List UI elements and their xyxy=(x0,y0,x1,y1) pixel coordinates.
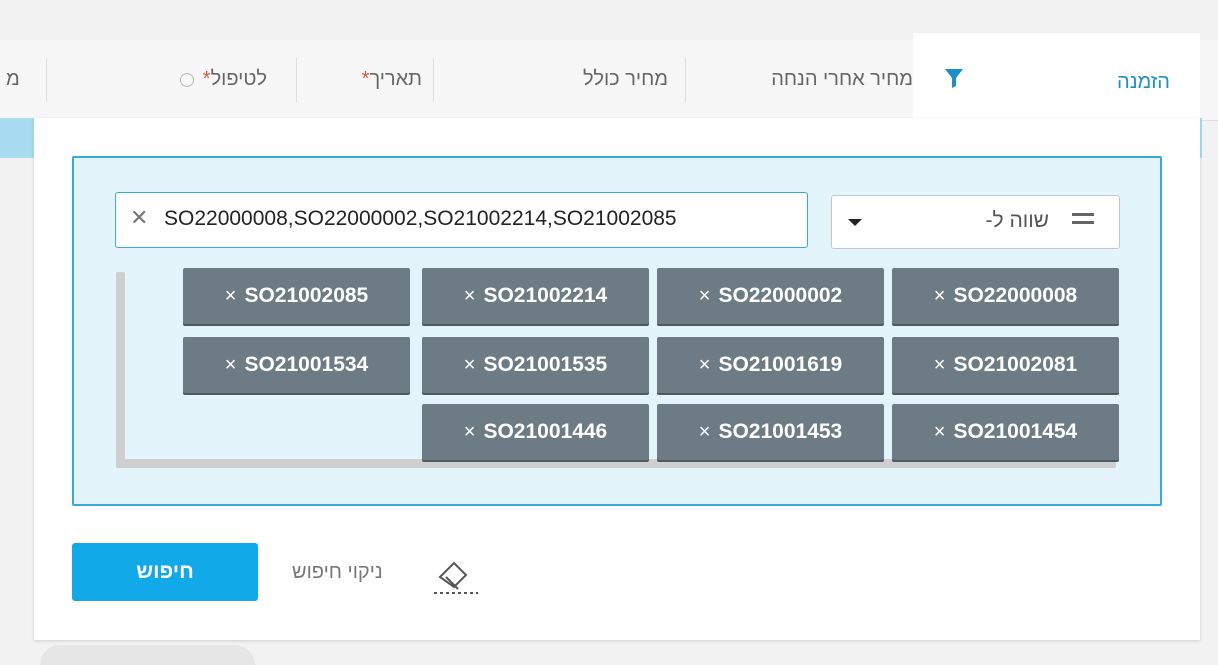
remove-tag-icon[interactable]: × xyxy=(934,354,946,377)
remove-tag-icon[interactable]: × xyxy=(464,421,476,444)
filter-tag[interactable]: × SO22000008 xyxy=(892,268,1119,324)
operator-label: שווה ל- xyxy=(985,209,1049,232)
tag-label: SO21001619 xyxy=(718,353,843,376)
remove-tag-icon[interactable]: × xyxy=(464,354,476,377)
filter-panel: שווה ל- ✕ SO22000008,SO22000002,SO210022… xyxy=(34,118,1200,640)
column-label: לטיפול xyxy=(210,68,267,90)
tag-label: SO22000008 xyxy=(953,284,1078,307)
remove-tag-icon[interactable]: × xyxy=(464,285,476,308)
clear-input-icon[interactable]: ✕ xyxy=(130,205,148,231)
filter-tag[interactable]: × SO21001535 xyxy=(422,337,649,393)
column-header-date[interactable]: תאריך* xyxy=(297,40,432,120)
remove-tag-icon[interactable]: × xyxy=(934,421,946,444)
column-header-partial[interactable]: מ xyxy=(0,40,45,120)
column-header-order-active[interactable]: הזמנה xyxy=(913,33,1200,123)
operator-select[interactable]: שווה ל- xyxy=(831,195,1120,249)
tag-label: SO21001453 xyxy=(718,420,843,443)
bottom-tab-partial xyxy=(40,645,255,665)
tag-label: SO21002081 xyxy=(953,353,1078,376)
tags-area: × SO22000008 × SO22000002 × SO21002214 × SO2… xyxy=(116,268,1120,470)
column-label-wrap: לטיפול* xyxy=(180,68,267,91)
filter-value-text[interactable]: SO22000008,SO22000002,SO21002214,SO21002… xyxy=(164,207,677,231)
search-button[interactable]: חיפוש xyxy=(72,543,258,601)
tag-label: SO21002214 xyxy=(483,284,608,307)
filter-tag[interactable]: × SO21001534 xyxy=(183,337,410,393)
remove-tag-icon[interactable]: × xyxy=(225,354,237,377)
remove-tag-icon[interactable]: × xyxy=(699,285,711,308)
filter-tag[interactable]: × SO21002214 xyxy=(422,268,649,324)
eraser-icon xyxy=(434,561,478,594)
column-header-total-price[interactable]: מחיר כולל xyxy=(434,40,684,120)
filter-icon[interactable] xyxy=(943,67,965,89)
filter-tag[interactable]: × SO21002081 xyxy=(892,337,1119,393)
equals-icon xyxy=(1072,213,1094,229)
tag-label: SO21001446 xyxy=(483,420,608,443)
column-label: תאריך xyxy=(369,68,422,90)
required-star: * xyxy=(202,68,211,90)
chevron-down-icon[interactable] xyxy=(848,219,862,226)
tag-label: SO22000002 xyxy=(718,284,843,307)
column-label: מ xyxy=(6,68,20,90)
filter-tag[interactable]: × SO21001446 xyxy=(422,404,649,460)
tag-label: SO21001535 xyxy=(483,353,608,376)
filter-tag[interactable]: × SO21001453 xyxy=(657,404,884,460)
filter-tag[interactable]: × SO21002085 xyxy=(183,268,410,324)
remove-tag-icon[interactable]: × xyxy=(225,285,237,308)
vertical-scrollbar[interactable] xyxy=(116,272,125,468)
column-label-wrap: תאריך* xyxy=(362,68,422,91)
filter-tag[interactable]: × SO22000002 xyxy=(657,268,884,324)
clear-search-label: ניקוי חיפוש xyxy=(292,561,383,583)
column-header-price-after-discount[interactable]: מחיר אחרי הנחה xyxy=(686,40,913,120)
remove-tag-icon[interactable]: × xyxy=(699,354,711,377)
column-label: מחיר אחרי הנחה xyxy=(771,68,913,90)
active-column-label: הזמנה xyxy=(1117,71,1170,93)
info-icon xyxy=(180,72,195,87)
tag-label: SO21001534 xyxy=(244,353,369,376)
tag-label: SO21001454 xyxy=(953,420,1078,443)
column-label: מחיר כולל xyxy=(582,68,668,90)
tag-label: SO21002085 xyxy=(244,284,369,307)
column-header-treatment[interactable]: לטיפול* xyxy=(47,40,295,120)
filter-value-input[interactable]: ✕ SO22000008,SO22000002,SO21002214,SO210… xyxy=(115,192,808,248)
remove-tag-icon[interactable]: × xyxy=(699,421,711,444)
remove-tag-icon[interactable]: × xyxy=(934,285,946,308)
filter-condition-box: שווה ל- ✕ SO22000008,SO22000002,SO210022… xyxy=(72,156,1162,506)
horizontal-scrollbar[interactable] xyxy=(116,459,1116,468)
filter-tag[interactable]: × SO21001454 xyxy=(892,404,1119,460)
filter-tag[interactable]: × SO21001619 xyxy=(657,337,884,393)
